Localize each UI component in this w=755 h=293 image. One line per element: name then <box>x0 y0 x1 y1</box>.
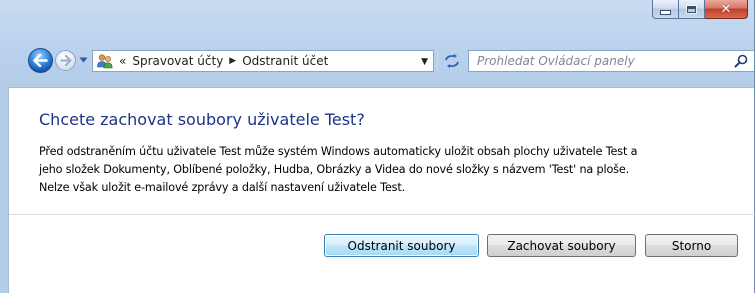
refresh-icon <box>444 54 459 68</box>
description-line: Nelze však uložit e-mailové zprávy a dal… <box>39 181 405 194</box>
keep-files-button[interactable]: Zachovat soubory <box>487 234 636 257</box>
search-field[interactable]: Prohledat Ovládací panely <box>468 50 754 72</box>
search-icon[interactable] <box>734 54 748 68</box>
user-accounts-icon <box>97 53 113 69</box>
breadcrumb-item-delete-account[interactable]: Odstranit účet <box>242 54 328 68</box>
address-dropdown-icon[interactable]: ▼ <box>421 57 428 67</box>
chevron-down-icon <box>79 57 87 63</box>
page-title: Chcete zachovat soubory uživatele Test? <box>39 110 365 129</box>
refresh-button[interactable] <box>437 50 465 72</box>
minimize-button[interactable] <box>652 0 679 19</box>
description: Před odstraněním účtu uživatele Test můž… <box>39 143 745 197</box>
description-line: Před odstraněním účtu uživatele Test můž… <box>39 145 638 158</box>
breadcrumb-separator-icon[interactable]: ▶ <box>229 56 236 66</box>
close-button[interactable]: ✕ <box>705 0 748 19</box>
search-input[interactable]: Prohledat Ovládací panely <box>469 54 635 68</box>
back-button[interactable] <box>28 48 53 73</box>
forward-button[interactable] <box>55 50 76 71</box>
breadcrumb-item-manage-accounts[interactable]: Spravovat účty <box>132 54 223 68</box>
back-arrow-icon <box>33 54 48 67</box>
delete-files-button[interactable]: Odstranit soubory <box>324 234 479 257</box>
cancel-button[interactable]: Storno <box>645 234 738 257</box>
divider <box>9 214 755 215</box>
maximize-button[interactable] <box>679 0 705 19</box>
main-content: Chcete zachovat soubory uživatele Test? … <box>8 87 755 293</box>
navigation-bar: « Spravovat účty ▶ Odstranit účet ▼ Proh… <box>0 43 755 77</box>
address-bar[interactable]: « Spravovat účty ▶ Odstranit účet ▼ <box>92 50 434 72</box>
caption-buttons: ✕ <box>652 0 748 20</box>
maximize-icon <box>686 4 697 14</box>
control-panel-window: ✕ « Spravovat účty ▶ Odstranit účet ▼ Pr… <box>0 0 755 293</box>
forward-arrow-icon <box>59 55 72 66</box>
minimize-icon <box>660 9 671 15</box>
description-line: jeho složek Dokumenty, Oblíbené položky,… <box>39 163 629 176</box>
breadcrumb-overflow[interactable]: « <box>119 54 126 68</box>
close-icon: ✕ <box>720 1 732 17</box>
recent-pages-dropdown[interactable] <box>78 55 88 65</box>
